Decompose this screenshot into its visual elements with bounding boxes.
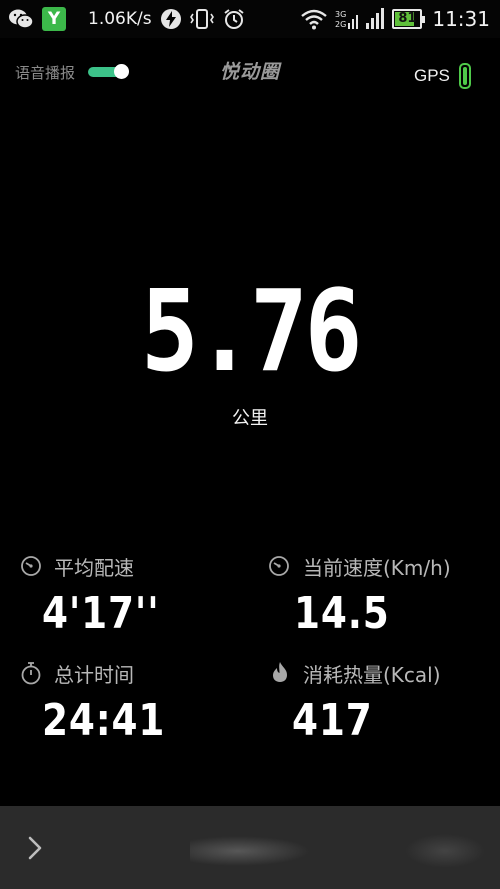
- speedometer-icon: [21, 556, 41, 576]
- flame-icon: [273, 662, 287, 682]
- lightning-icon: [160, 9, 181, 29]
- battery-level: 81: [398, 11, 417, 26]
- stopwatch-icon: [21, 662, 41, 685]
- status-time: 11:31: [432, 7, 490, 31]
- bottom-control-bar: [0, 806, 500, 889]
- network-label-3g: 3G: [335, 10, 346, 19]
- gps-signal-indicator: [459, 63, 471, 89]
- avg-pace-value: 4'17'': [42, 588, 160, 639]
- distance-unit: 公里: [232, 408, 268, 429]
- slide-to-control-hint[interactable]: [190, 836, 310, 866]
- battery-icon: 81: [392, 9, 426, 29]
- wechat-icon: [9, 9, 34, 29]
- current-speed-label: 当前速度(Km/h): [303, 556, 451, 580]
- avg-pace-label: 平均配速: [54, 556, 134, 580]
- y-app-icon: Y: [42, 7, 66, 31]
- total-time-label: 总计时间: [54, 663, 134, 687]
- speedometer-icon: [269, 556, 289, 576]
- status-bar: Y 1.06K/s 3G 2G 81 11:31: [0, 0, 500, 38]
- network-speed: 1.06K/s: [88, 9, 152, 29]
- network-label-2g: 2G: [335, 20, 346, 29]
- wifi-icon: [301, 9, 328, 30]
- vibrate-icon: [189, 9, 214, 29]
- total-time-value: 24:41: [42, 695, 166, 746]
- chevron-right-icon[interactable]: [22, 833, 48, 863]
- calories-value: 417: [292, 695, 373, 746]
- bottom-right-control[interactable]: [405, 834, 485, 868]
- calories-label: 消耗热量(Kcal): [303, 663, 441, 687]
- current-speed-value: 14.5: [294, 588, 390, 639]
- cellular-signal-icon: 3G 2G: [335, 8, 385, 29]
- gps-label: GPS: [414, 66, 450, 85]
- alarm-icon: [223, 9, 244, 29]
- distance-value: 5.76: [140, 267, 363, 397]
